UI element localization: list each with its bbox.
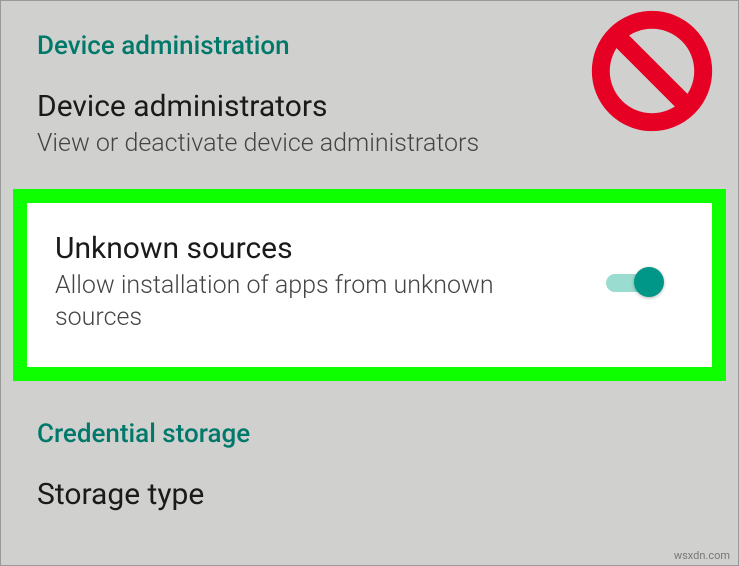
prohibit-icon [588, 7, 716, 135]
watermark-text: wsxdn.com [674, 549, 730, 562]
storage-type-title: Storage type [37, 477, 702, 512]
credential-storage-header: Credential storage [1, 389, 738, 459]
unknown-sources-title: Unknown sources [55, 231, 515, 266]
unknown-sources-toggle[interactable] [606, 265, 664, 301]
unknown-sources-highlight: Unknown sources Allow installation of ap… [13, 189, 726, 381]
toggle-thumb [634, 267, 664, 297]
unknown-sources-item[interactable]: Unknown sources Allow installation of ap… [27, 203, 712, 367]
unknown-sources-subtitle: Allow installation of apps from unknown … [55, 270, 515, 335]
storage-type-item[interactable]: Storage type [1, 459, 738, 536]
